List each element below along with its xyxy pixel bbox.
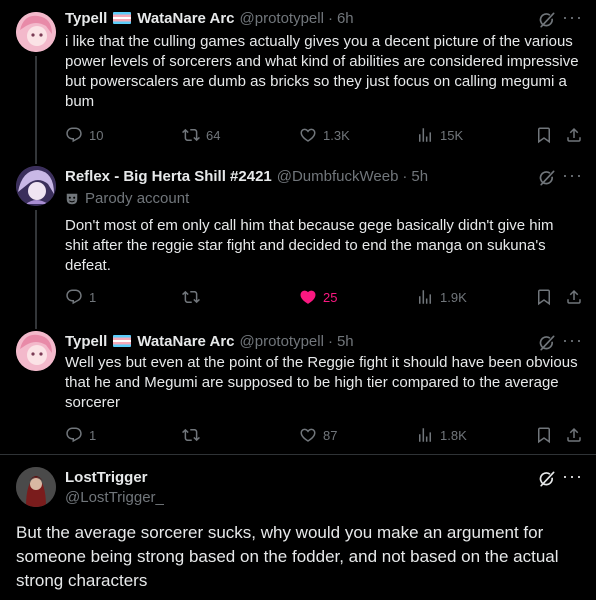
- share-icon[interactable]: [565, 288, 583, 306]
- thread-line: [35, 323, 37, 329]
- bookmark-icon[interactable]: [535, 288, 553, 306]
- separator: ·: [327, 9, 333, 27]
- timestamp[interactable]: 5h: [411, 168, 428, 185]
- repost-button[interactable]: 64: [182, 126, 220, 144]
- grok-icon[interactable]: [537, 333, 557, 353]
- theater-mask-icon: [66, 193, 78, 204]
- reply-icon: [65, 288, 83, 306]
- reply-count: 1: [89, 289, 97, 305]
- reply-count: 10: [89, 127, 104, 143]
- views-button[interactable]: 15K: [416, 126, 463, 144]
- handle[interactable]: @prototypell: [240, 10, 324, 27]
- main-tweet-text: But the average sorcerer sucks, why woul…: [16, 523, 559, 590]
- views-count: 15K: [440, 127, 464, 143]
- like-count: 87: [323, 427, 338, 443]
- trans-flag-icon: [113, 12, 132, 24]
- main-tweet: LostTrigger @LostTrigger_ ··· But the av…: [0, 455, 596, 600]
- handle[interactable]: @prototypell: [240, 333, 324, 350]
- reply-button[interactable]: 1: [65, 426, 96, 444]
- tweet-text: i like that the culling games actually g…: [65, 33, 579, 110]
- tweet-header: Typell WataNare Arc @prototypell · 5h: [65, 331, 354, 351]
- thread-line: [35, 158, 37, 164]
- like-icon: [299, 426, 317, 444]
- reply-icon: [65, 426, 83, 444]
- display-name-suffix[interactable]: WataNare Arc: [137, 333, 234, 350]
- like-icon: [299, 126, 317, 144]
- repost-icon: [182, 126, 200, 144]
- timestamp[interactable]: 5h: [337, 333, 354, 350]
- more-options-icon[interactable]: ···: [562, 467, 582, 489]
- handle-row: @LostTrigger_: [65, 487, 164, 507]
- repost-button[interactable]: [182, 426, 206, 444]
- display-name[interactable]: LostTrigger: [65, 469, 148, 486]
- share-icon[interactable]: [565, 426, 583, 444]
- reply-count: 1: [89, 427, 97, 443]
- repost-count: 64: [206, 127, 221, 143]
- avatar[interactable]: [16, 12, 56, 52]
- reply-button[interactable]: 10: [65, 126, 103, 144]
- tweet-text: Well yes but even at the point of the Re…: [65, 354, 578, 411]
- parody-badge: Parody account: [65, 190, 189, 207]
- grok-icon[interactable]: [537, 469, 557, 489]
- repost-icon: [182, 288, 200, 306]
- avatar[interactable]: [16, 166, 56, 206]
- tweet-header: Typell WataNare Arc @prototypell · 6h: [65, 8, 354, 28]
- more-options-icon[interactable]: ···: [562, 8, 582, 30]
- reply-button[interactable]: 1: [65, 288, 96, 306]
- bookmark-icon[interactable]: [535, 426, 553, 444]
- views-count: 1.9K: [440, 289, 467, 305]
- views-icon: [416, 288, 434, 306]
- views-icon: [416, 426, 434, 444]
- tweet-header: LostTrigger: [65, 467, 148, 487]
- handle[interactable]: @DumbfuckWeeb: [277, 168, 399, 185]
- tweet-1: Typell WataNare Arc @prototypell · 6h ··…: [0, 0, 596, 158]
- like-count: 25: [323, 289, 338, 305]
- like-filled-icon: [299, 288, 317, 306]
- trans-flag-icon: [113, 335, 132, 347]
- thread-line: [35, 56, 37, 158]
- timestamp[interactable]: 6h: [337, 10, 354, 27]
- repost-button[interactable]: [182, 288, 206, 306]
- views-button[interactable]: 1.9K: [416, 288, 467, 306]
- grok-icon[interactable]: [537, 10, 557, 30]
- share-icon[interactable]: [565, 126, 583, 144]
- like-count: 1.3K: [323, 127, 350, 143]
- views-button[interactable]: 1.8K: [416, 426, 467, 444]
- tweet-3: Typell WataNare Arc @prototypell · 5h ··…: [0, 323, 596, 458]
- avatar[interactable]: [16, 331, 56, 371]
- display-name-suffix[interactable]: WataNare Arc: [137, 10, 234, 27]
- like-button[interactable]: 87: [299, 426, 337, 444]
- grok-icon[interactable]: [537, 168, 557, 188]
- thread-line: [35, 210, 37, 323]
- separator: ·: [327, 332, 333, 350]
- tweet-text: Don't most of em only call him that beca…: [65, 217, 554, 274]
- more-options-icon[interactable]: ···: [562, 331, 582, 353]
- views-count: 1.8K: [440, 427, 467, 443]
- more-options-icon[interactable]: ···: [562, 166, 582, 188]
- avatar[interactable]: [16, 467, 56, 507]
- like-button[interactable]: 25: [299, 288, 337, 306]
- tweet-2: Reflex - Big Herta Shill #2421 @Dumbfuck…: [0, 158, 596, 323]
- display-name[interactable]: Typell: [65, 333, 107, 350]
- parody-label: Parody account: [85, 190, 190, 207]
- bookmark-icon[interactable]: [535, 126, 553, 144]
- like-button[interactable]: 1.3K: [299, 126, 350, 144]
- tweet-header: Reflex - Big Herta Shill #2421 @Dumbfuck…: [65, 166, 428, 186]
- repost-icon: [182, 426, 200, 444]
- handle[interactable]: @LostTrigger_: [65, 489, 164, 506]
- views-icon: [416, 126, 434, 144]
- display-name[interactable]: Reflex - Big Herta Shill #2421: [65, 168, 272, 185]
- separator: ·: [402, 167, 408, 185]
- reply-icon: [65, 126, 83, 144]
- display-name[interactable]: Typell: [65, 10, 107, 27]
